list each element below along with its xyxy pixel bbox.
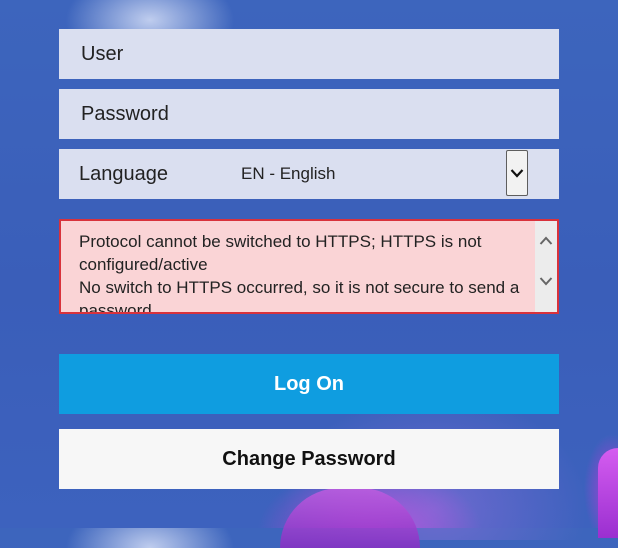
user-field[interactable] bbox=[59, 29, 559, 79]
background-flower-edge bbox=[598, 448, 618, 538]
chevron-down-icon bbox=[539, 277, 553, 286]
language-label: Language bbox=[79, 162, 168, 185]
password-field[interactable] bbox=[59, 89, 559, 139]
log-on-button[interactable]: Log On bbox=[59, 354, 559, 414]
scroll-down-button[interactable] bbox=[535, 261, 557, 301]
password-input[interactable] bbox=[79, 101, 543, 127]
user-input[interactable] bbox=[79, 41, 543, 67]
message-scrollbar[interactable] bbox=[535, 221, 557, 312]
error-message-line: Protocol cannot be switched to HTTPS; HT… bbox=[79, 232, 482, 274]
scroll-up-button[interactable] bbox=[535, 221, 557, 261]
error-message-line: No switch to HTTPS occurred, so it is no… bbox=[79, 278, 520, 314]
error-message-box[interactable]: Protocol cannot be switched to HTTPS; HT… bbox=[59, 219, 559, 314]
chevron-up-icon bbox=[539, 236, 553, 245]
language-dropdown-button[interactable] bbox=[506, 150, 528, 196]
chevron-down-icon bbox=[510, 169, 524, 178]
change-password-button[interactable]: Change Password bbox=[59, 429, 559, 489]
error-message-text: Protocol cannot be switched to HTTPS; HT… bbox=[79, 230, 529, 314]
language-select[interactable]: Language EN - English bbox=[59, 149, 559, 199]
